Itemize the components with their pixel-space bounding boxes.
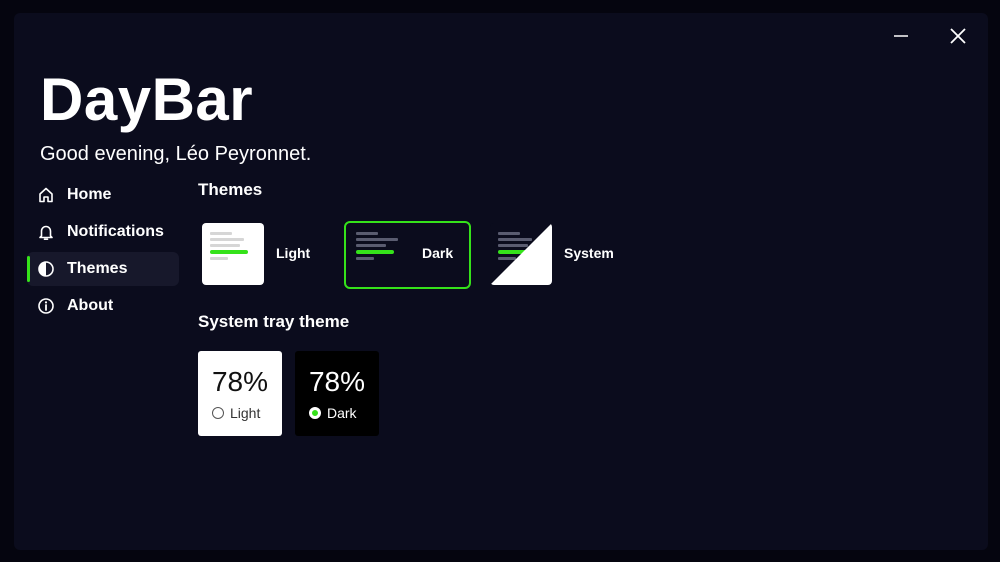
minimize-icon	[894, 35, 908, 37]
tray-option-label: Light	[230, 405, 261, 421]
theme-option-light[interactable]: Light	[202, 223, 322, 289]
app-title: DayBar	[40, 66, 254, 133]
info-icon	[37, 297, 55, 315]
radio-selected-icon[interactable]	[309, 407, 321, 419]
theme-option-dark[interactable]: Dark	[350, 223, 464, 289]
half-circle-icon	[37, 260, 55, 278]
sidebar-item-label: Themes	[67, 260, 128, 277]
tray-option-label: Dark	[327, 405, 357, 421]
tray-radio-row: Dark	[309, 405, 357, 421]
tray-option-dark[interactable]: 78% Dark	[295, 351, 379, 436]
sidebar: Home Notifications Themes About	[27, 178, 179, 326]
sidebar-item-themes[interactable]: Themes	[27, 252, 179, 286]
tray-section-title: System tray theme	[198, 312, 350, 331]
theme-option-label: Dark	[422, 245, 454, 261]
sidebar-item-about[interactable]: About	[27, 289, 179, 323]
minimize-button[interactable]	[883, 22, 919, 50]
close-icon	[950, 28, 966, 44]
light-theme-preview	[202, 223, 264, 285]
sidebar-item-home[interactable]: Home	[27, 178, 179, 212]
tray-percent-preview: 78%	[308, 366, 366, 397]
app-window: DayBar Good evening, Léo Peyronnet. Home…	[14, 13, 988, 550]
sidebar-item-notifications[interactable]: Notifications	[27, 215, 179, 249]
close-button[interactable]	[940, 22, 976, 50]
sidebar-item-label: Home	[67, 186, 112, 203]
greeting-text: Good evening, Léo Peyronnet.	[40, 143, 312, 165]
system-theme-preview	[490, 223, 552, 285]
theme-option-system[interactable]: System	[490, 223, 630, 289]
radio-unselected-icon[interactable]	[212, 407, 224, 419]
tray-option-light[interactable]: 78% Light	[198, 351, 282, 436]
tray-percent-preview: 78%	[211, 366, 269, 397]
themes-section-title: Themes	[198, 180, 263, 199]
tray-radio-row: Light	[212, 405, 260, 421]
sidebar-item-label: About	[67, 297, 114, 314]
bell-icon	[37, 223, 55, 241]
dark-theme-preview	[350, 223, 412, 285]
home-icon	[37, 186, 55, 204]
sidebar-item-label: Notifications	[67, 223, 164, 240]
theme-option-label: System	[564, 245, 614, 261]
theme-option-label: Light	[276, 245, 311, 261]
